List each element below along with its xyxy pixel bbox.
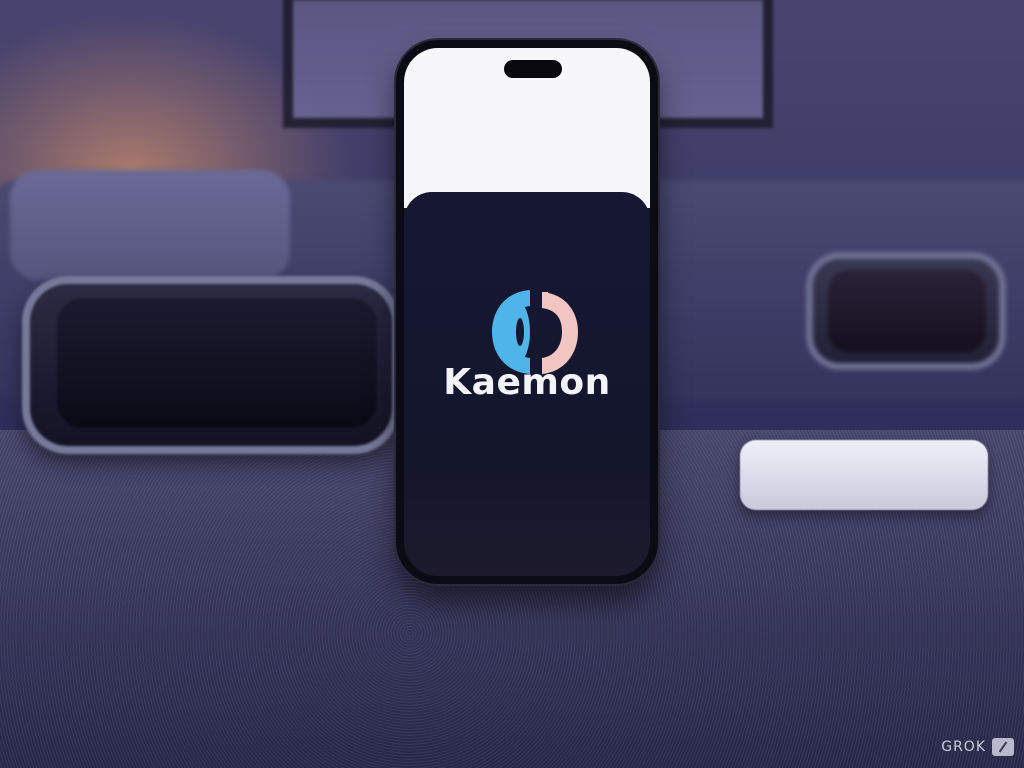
photo-scene: Kaemon GROK	[0, 0, 1024, 768]
app-name-label: Kaemon	[443, 362, 611, 403]
watermark: GROK	[941, 738, 1014, 756]
vr-headset-right	[806, 252, 1006, 370]
logo-right-cap	[542, 292, 548, 308]
dynamic-island-notch	[504, 60, 562, 78]
grok-mark-icon	[992, 738, 1014, 756]
white-controller-device	[740, 440, 988, 510]
logo-left-slot	[516, 318, 524, 346]
vr-headset-left-visor	[57, 298, 377, 428]
watermark-text: GROK	[941, 739, 986, 755]
vr-headset-left	[22, 276, 400, 454]
vr-headset-right-visor	[828, 270, 986, 352]
sofa-pillow	[10, 170, 290, 280]
phone-screen: Kaemon	[404, 48, 650, 576]
smartphone: Kaemon	[396, 40, 658, 584]
